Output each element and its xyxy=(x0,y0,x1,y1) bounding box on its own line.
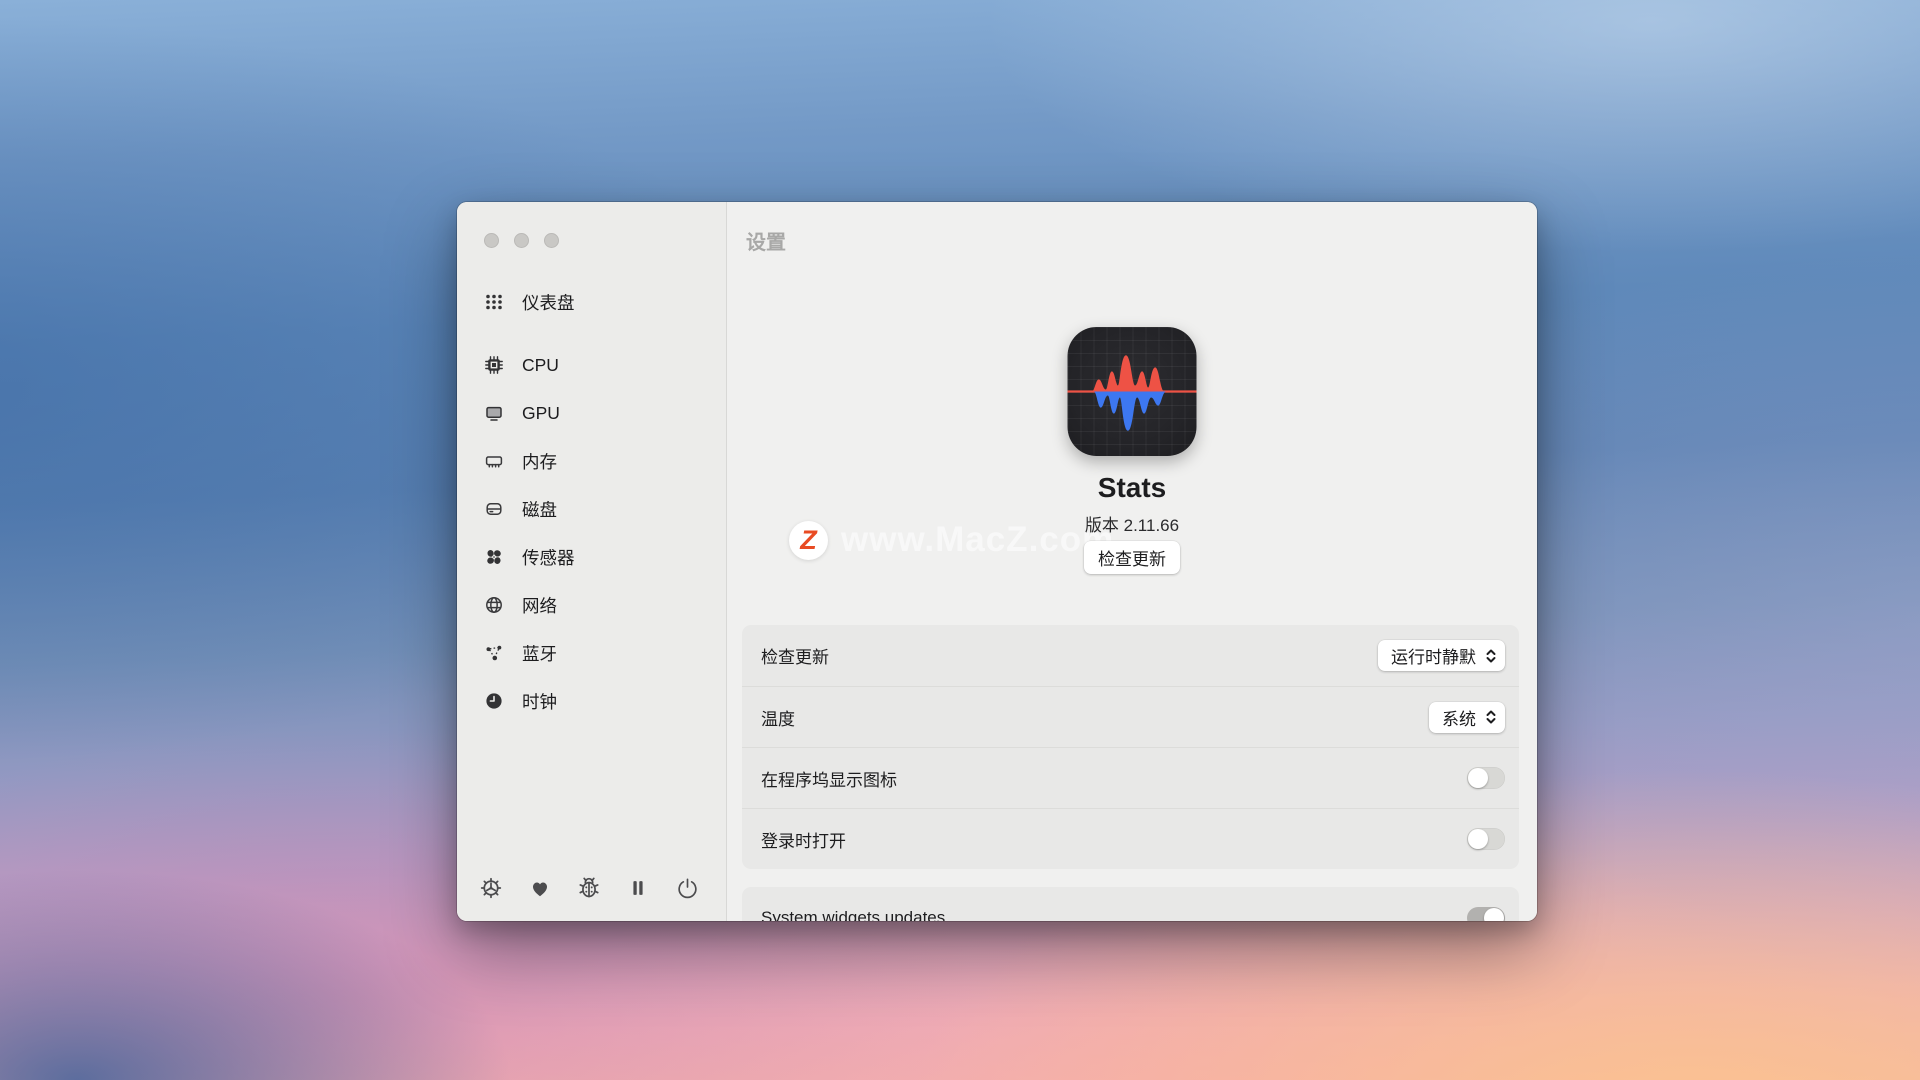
clock-icon xyxy=(483,690,505,712)
heart-icon[interactable] xyxy=(527,875,553,901)
widgets-card: System widgets updates xyxy=(742,887,1519,921)
gpu-display-icon xyxy=(483,402,505,424)
sensors-fan-icon xyxy=(483,546,505,568)
sidebar-item-label: 传感器 xyxy=(522,545,575,570)
toggle-knob xyxy=(1484,908,1504,921)
cpu-icon xyxy=(483,354,505,376)
memory-ram-icon xyxy=(483,450,505,472)
disk-drive-icon xyxy=(483,498,505,520)
power-icon[interactable] xyxy=(674,875,700,901)
row-label: 检查更新 xyxy=(761,643,829,668)
settings-row-check-updates: 检查更新 运行时静默 xyxy=(742,625,1519,686)
settings-row-dock-icon: 在程序坞显示图标 xyxy=(742,747,1519,808)
sidebar-item-label: 时钟 xyxy=(522,689,557,714)
sidebar-item-label: 磁盘 xyxy=(522,497,557,522)
sidebar-item-label: GPU xyxy=(522,403,560,424)
updown-chevron-icon xyxy=(1485,709,1497,725)
zoom-button[interactable] xyxy=(544,233,559,248)
sidebar-item-sensors[interactable]: 传感器 xyxy=(457,533,726,581)
sidebar-item-memory[interactable]: 内存 xyxy=(457,437,726,485)
sidebar-item-label: 仪表盘 xyxy=(522,290,575,315)
sidebar-item-gpu[interactable]: GPU xyxy=(457,389,726,437)
sidebar: 仪表盘 CPU xyxy=(457,202,727,921)
row-label: System widgets updates xyxy=(761,908,945,921)
updown-chevron-icon xyxy=(1485,648,1497,664)
row-label: 在程序坞显示图标 xyxy=(761,766,897,791)
page-title: 设置 xyxy=(746,226,786,255)
row-label: 温度 xyxy=(761,705,795,730)
dock-icon-toggle[interactable] xyxy=(1467,767,1505,789)
traffic-lights xyxy=(484,233,559,248)
sidebar-item-dashboard[interactable]: 仪表盘 xyxy=(457,278,726,326)
sidebar-item-label: 内存 xyxy=(522,449,557,474)
bug-report-icon[interactable] xyxy=(576,875,602,901)
pause-icon[interactable] xyxy=(625,875,651,901)
settings-gear-icon[interactable] xyxy=(478,875,504,901)
settings-row-login: 登录时打开 xyxy=(742,808,1519,869)
network-globe-icon xyxy=(483,594,505,616)
sidebar-item-network[interactable]: 网络 xyxy=(457,581,726,629)
sidebar-footer xyxy=(478,875,700,901)
sidebar-item-label: 网络 xyxy=(522,593,557,618)
sidebar-item-label: CPU xyxy=(522,355,559,376)
dashboard-grid-icon xyxy=(483,291,505,313)
sidebar-item-cpu[interactable]: CPU xyxy=(457,341,726,389)
toggle-knob xyxy=(1468,829,1488,849)
update-mode-select[interactable]: 运行时静默 xyxy=(1378,640,1505,671)
sidebar-item-clock[interactable]: 时钟 xyxy=(457,677,726,725)
select-value: 系统 xyxy=(1442,705,1476,730)
settings-row-system-widgets: System widgets updates xyxy=(742,887,1519,921)
close-button[interactable] xyxy=(484,233,499,248)
sidebar-item-bluetooth[interactable]: 蓝牙 xyxy=(457,629,726,677)
system-widgets-toggle[interactable] xyxy=(1467,907,1505,921)
sidebar-item-disk[interactable]: 磁盘 xyxy=(457,485,726,533)
minimize-button[interactable] xyxy=(514,233,529,248)
sidebar-nav: 仪表盘 CPU xyxy=(457,278,726,725)
stats-settings-window: 仪表盘 CPU xyxy=(457,202,1537,921)
stats-app-icon xyxy=(1068,327,1197,456)
settings-row-temperature: 温度 系统 xyxy=(742,686,1519,747)
sidebar-item-label: 蓝牙 xyxy=(522,641,557,666)
app-name: Stats xyxy=(727,472,1537,504)
app-version: 版本 2.11.66 xyxy=(727,511,1537,536)
open-at-login-toggle[interactable] xyxy=(1467,828,1505,850)
check-updates-button[interactable]: 检查更新 xyxy=(1084,541,1180,574)
temperature-select[interactable]: 系统 xyxy=(1429,702,1505,733)
settings-card: 检查更新 运行时静默 温度 系统 xyxy=(742,625,1519,869)
row-label: 登录时打开 xyxy=(761,827,846,852)
toggle-knob xyxy=(1468,768,1488,788)
settings-panel: 设置 Z www.MacZ.com Stats 版本 2.11.66 检查更新 … xyxy=(727,202,1537,921)
bluetooth-devices-icon xyxy=(483,642,505,664)
select-value: 运行时静默 xyxy=(1391,643,1476,668)
